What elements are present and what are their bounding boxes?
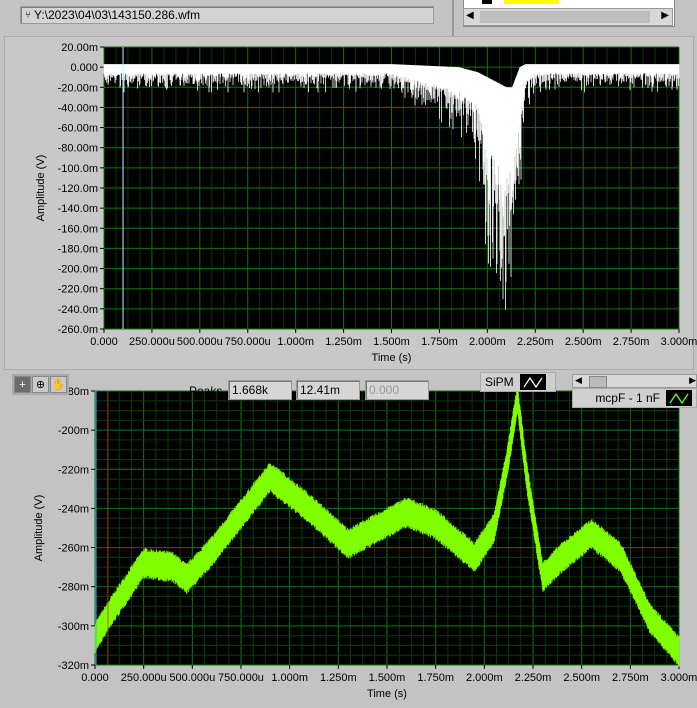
y-tick-label: -200m (58, 425, 89, 437)
x-tick-label: 2.750m (613, 336, 650, 348)
pan-hand-icon[interactable]: ✋ (50, 376, 67, 393)
y-tick-label: -60.00m (58, 123, 98, 135)
y-tick-label: -300m (58, 621, 89, 633)
table-horizontal-scrollbar[interactable]: ◀ ▶ (463, 8, 673, 26)
x-tick-label: 1.750m (417, 672, 454, 684)
y-tick-label: -160.0m (58, 223, 98, 235)
divider (452, 0, 454, 36)
x-tick-label: 1.000m (277, 336, 314, 348)
y-tick-label: -260.0m (58, 324, 98, 336)
y-axis-label: Amplitude (V) (35, 155, 47, 222)
scroll-right-icon[interactable]: ▶ (689, 375, 696, 386)
y-axis-label: Amplitude (V) (33, 495, 45, 562)
x-tick-label: 1.500m (369, 672, 406, 684)
line-style-icon (666, 390, 692, 406)
y-tick-label: -320m (58, 660, 89, 672)
legend-scrollbar[interactable]: ◀ ▶ (572, 374, 697, 388)
legend-item-sipm[interactable]: SiPM (480, 372, 556, 392)
x-tick-label: 1.500m (373, 336, 410, 348)
y-tick-label: 0.000 (70, 62, 98, 74)
mcpf-graph[interactable]: 0.000 250.000u 500.000u 750.000u 1.000m 1.250… (0, 408, 697, 708)
x-tick-label: 1.250m (325, 336, 362, 348)
cursor-tool-icon[interactable]: + (14, 376, 31, 393)
y-tick-label: -20.00m (58, 82, 98, 94)
x-tick-label: 2.000m (469, 336, 506, 348)
sipm-graph[interactable]: 0.000 250.000u 500.000u 750.000u 1.000m 1.250… (0, 36, 697, 370)
x-tick-label: 1.750m (421, 336, 458, 348)
x-tick-label: 2.250m (515, 672, 552, 684)
y-tick-label: -180.0m (58, 243, 98, 255)
line-style-icon (519, 374, 546, 390)
y-tick-label: -40.00m (58, 102, 98, 114)
y-tick-label: -220m (58, 464, 89, 476)
path-icon: ⑂ (25, 9, 31, 21)
x-tick-label: 2.000m (466, 672, 503, 684)
y-tick-label: -80.00m (58, 143, 98, 155)
y-tick-label: -240m (58, 503, 89, 515)
y-tick-label: -260m (58, 543, 89, 555)
x-axis-label: Time (s) (372, 352, 412, 364)
peaks-label: Peaks (189, 384, 223, 398)
file-path-field[interactable]: ⑂ Y:\2023\04\03\143150.286.wfm (20, 6, 434, 24)
x-tick-label: 500.000u (169, 672, 215, 684)
y-tick-label: -280m (58, 582, 89, 594)
x-tick-label: 250.000u (129, 336, 175, 348)
x-tick-label: 2.500m (563, 672, 600, 684)
y-tick-label: -220.0m (58, 284, 98, 296)
y-tick-label: 20.00m (61, 42, 98, 54)
legend-item-mcpf[interactable]: mcpF - 1 nF (572, 388, 697, 408)
peaks-value-2[interactable]: 12.41m (296, 380, 360, 400)
y-tick-label: -120.0m (58, 183, 98, 195)
graph-palette: + ⊕ ✋ (12, 374, 69, 395)
x-tick-label: 2.250m (517, 336, 554, 348)
x-tick-label: 500.000u (177, 336, 223, 348)
y-tick-label: -100.0m (58, 163, 98, 175)
x-tick-label: 750.000u (218, 672, 264, 684)
scroll-left-icon[interactable]: ◀ (466, 10, 474, 21)
file-path-text: Y:\2023\04\03\143150.286.wfm (34, 8, 201, 22)
zoom-tool-icon[interactable]: ⊕ (32, 376, 49, 393)
x-tick-label: 0.000 (90, 336, 118, 348)
x-tick-label: 3.000m (661, 336, 697, 348)
scroll-right-icon[interactable]: ▶ (661, 10, 669, 21)
legend-label: mcpF - 1 nF (595, 391, 660, 405)
scroll-left-icon[interactable]: ◀ (575, 375, 582, 386)
x-axis-label: Time (s) (367, 688, 407, 700)
x-tick-label: 250.000u (121, 672, 167, 684)
legend-label: SiPM (485, 375, 514, 389)
x-tick-label: 2.500m (565, 336, 602, 348)
y-tick-label: -140.0m (58, 203, 98, 215)
x-tick-label: 2.750m (612, 672, 649, 684)
x-tick-label: 3.000m (661, 672, 697, 684)
x-tick-label: 750.000u (225, 336, 271, 348)
y-tick-label: -200.0m (58, 264, 98, 276)
x-tick-label: 0.000 (81, 672, 109, 684)
y-tick-label: -240.0m (58, 304, 98, 316)
peaks-value-3[interactable]: 0.000 (365, 380, 429, 400)
x-tick-label: 1.000m (271, 672, 308, 684)
peaks-value-1[interactable]: 1.668k (228, 380, 292, 400)
x-tick-label: 1.250m (320, 672, 357, 684)
